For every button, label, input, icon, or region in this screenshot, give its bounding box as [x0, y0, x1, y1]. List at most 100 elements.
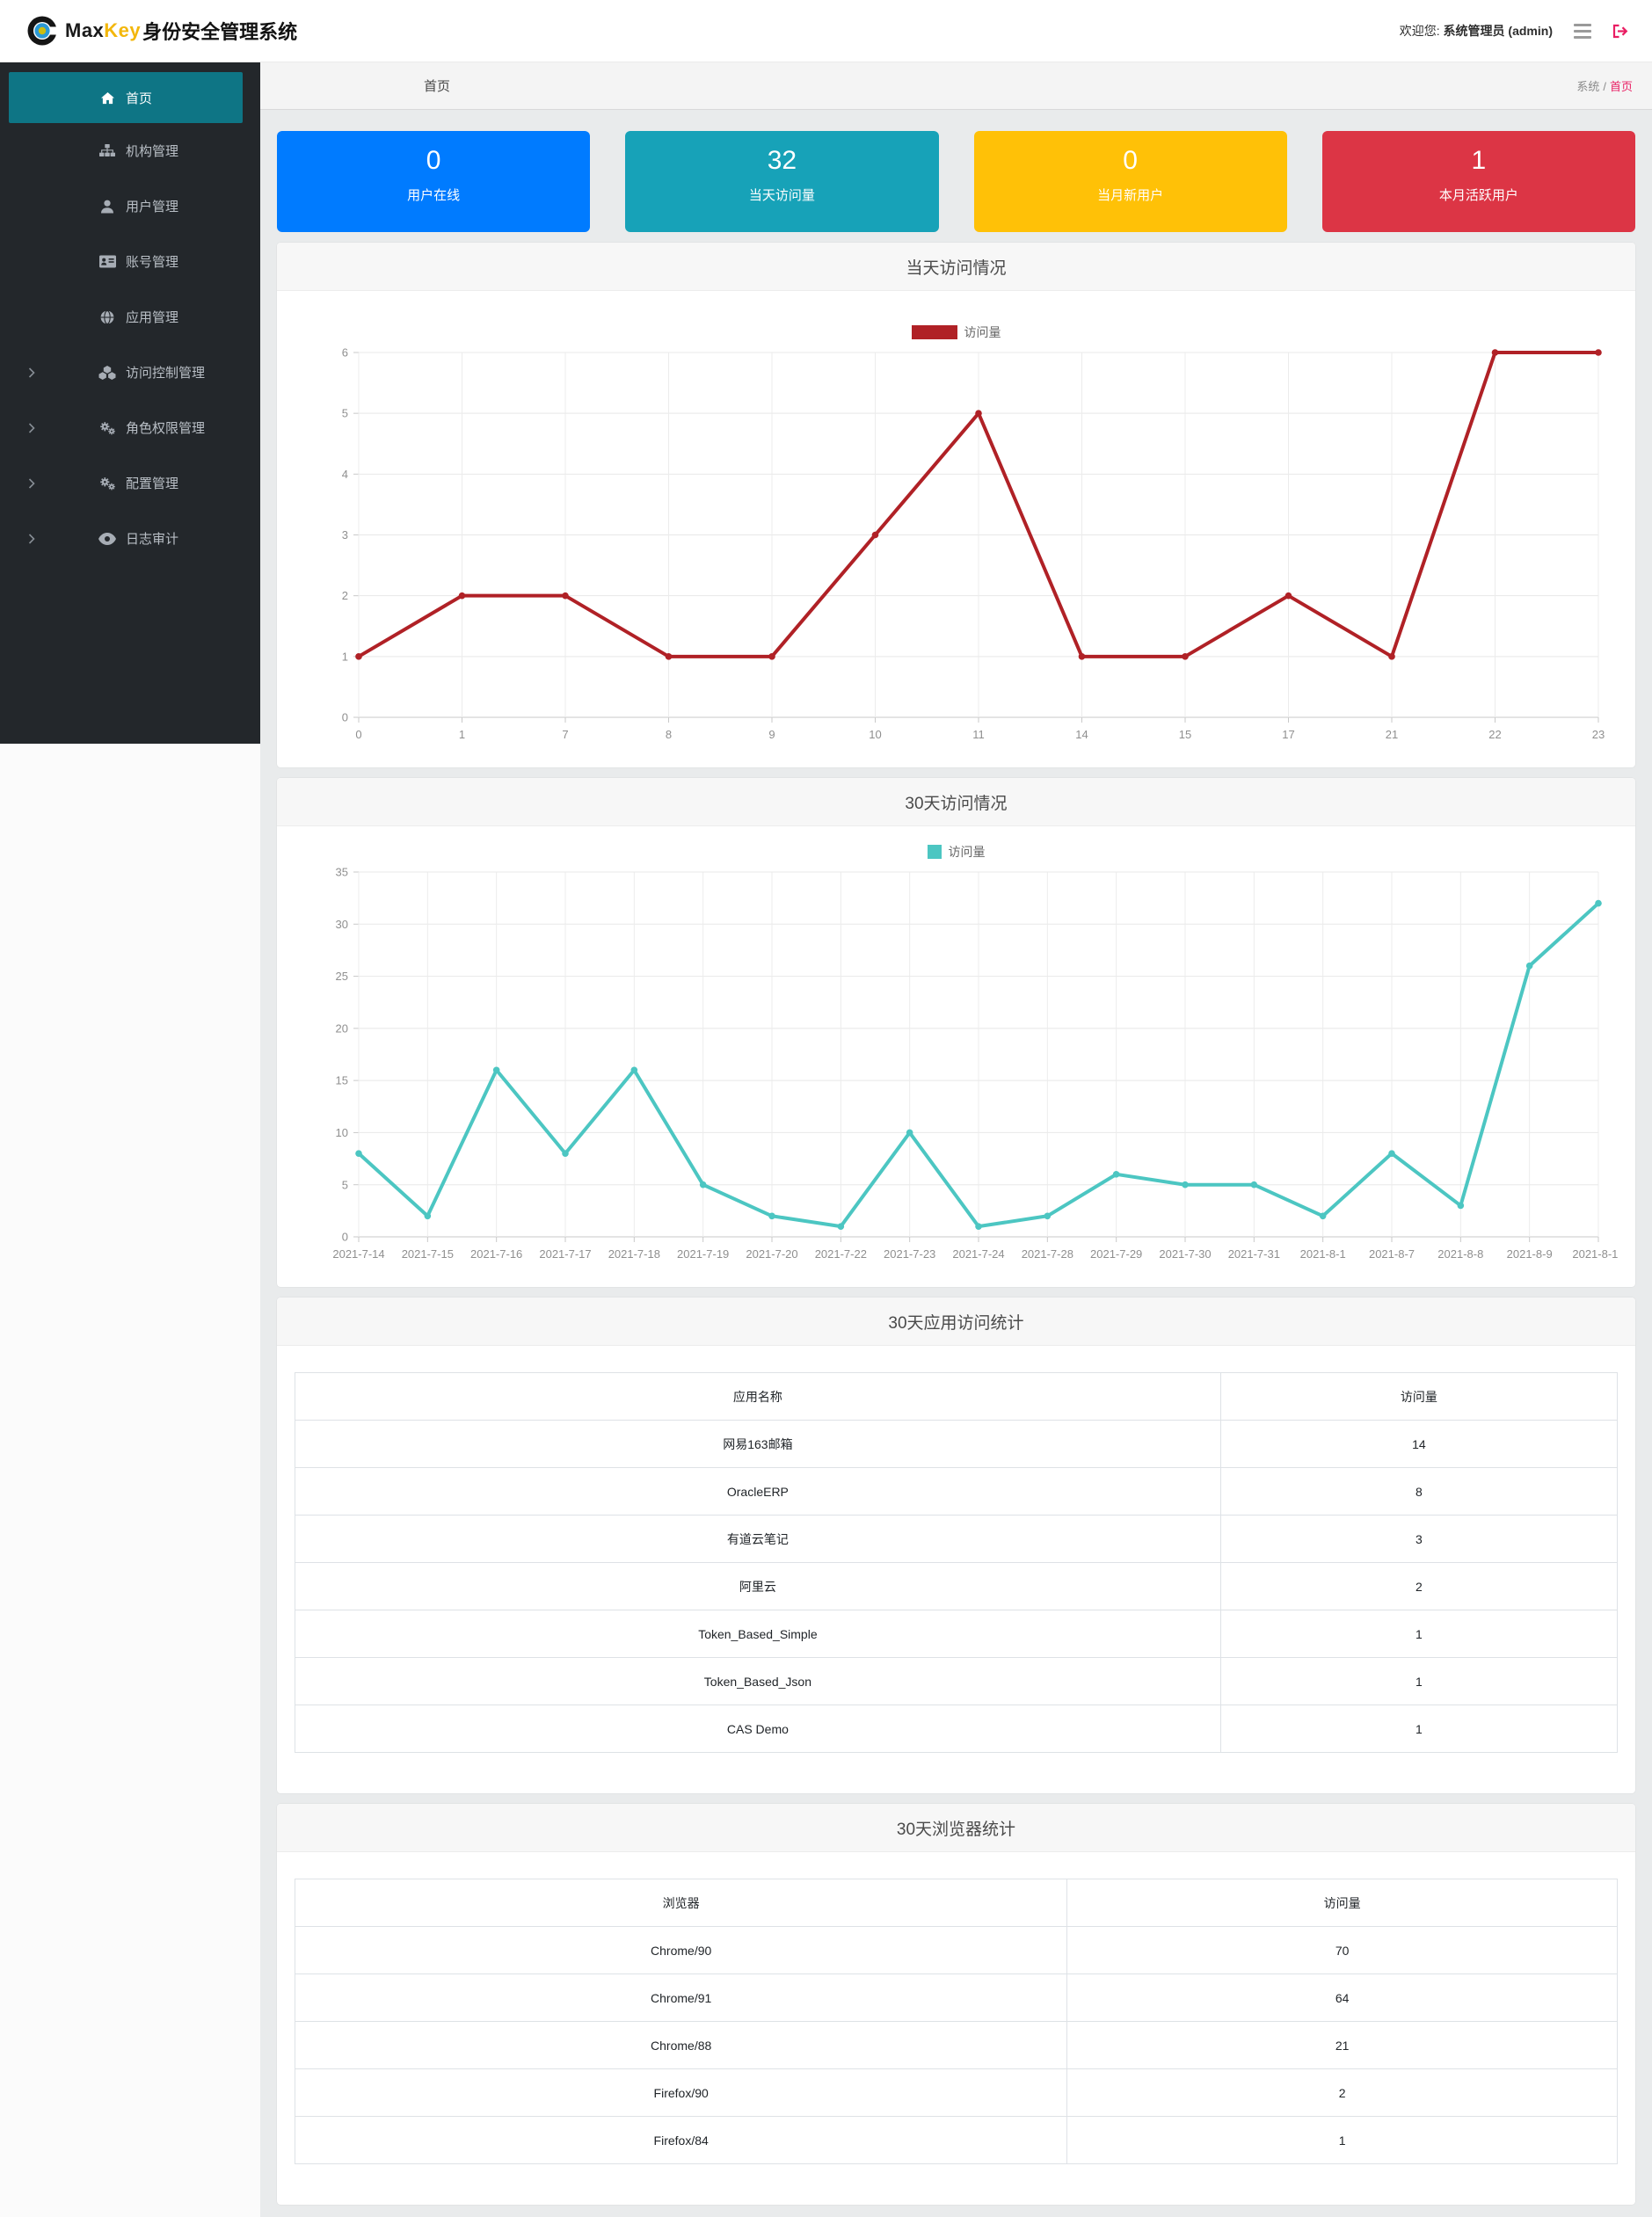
svg-text:25: 25 — [336, 970, 348, 983]
svg-text:5: 5 — [342, 407, 348, 420]
svg-text:35: 35 — [336, 866, 348, 879]
panel-30day-visits: 30天访问情况 访问量 0 5 10 15 20 25 30 35 2021-7-14 2021-… — [277, 778, 1635, 1287]
svg-text:22: 22 — [1488, 728, 1501, 741]
table-cell: 阿里云 — [295, 1562, 1221, 1610]
sign-out-icon — [1612, 24, 1628, 38]
table-row: 网易163邮箱 14 — [295, 1420, 1619, 1468]
panel-30day-browser-stats: 30天浏览器统计 浏览器 访问量 Chrome/90 70 Chrome/91 64 Chr… — [277, 1804, 1635, 2205]
table-row: OracleERP 8 — [295, 1467, 1619, 1516]
svg-text:2021-7-24: 2021-7-24 — [952, 1247, 1004, 1261]
column-header: 访问量 — [1066, 1879, 1618, 1927]
table-cell: Chrome/88 — [294, 2021, 1068, 2069]
table-cell: 有道云笔记 — [295, 1515, 1221, 1563]
svg-text:2021-8-10: 2021-8-10 — [1572, 1247, 1618, 1261]
table-cell: Chrome/90 — [294, 1926, 1068, 1974]
table-cell: 1 — [1066, 2116, 1618, 2164]
table-row: Firefox/84 1 — [294, 2116, 1618, 2164]
brand-suffix: 身份安全管理系统 — [142, 21, 298, 43]
stat-card-month-active-users: 1 本月活跃用户 — [1321, 131, 1635, 232]
svg-text:2021-7-30: 2021-7-30 — [1159, 1247, 1211, 1261]
panel-body: 浏览器 访问量 Chrome/90 70 Chrome/91 64 Chrome/88 21 F… — [277, 1852, 1635, 2205]
table-cell: 3 — [1219, 1515, 1619, 1563]
svg-text:2021-7-28: 2021-7-28 — [1022, 1247, 1073, 1261]
sidebar-item-label: 配置管理 — [126, 476, 179, 491]
sidebar-item-label: 角色权限管理 — [126, 421, 206, 436]
today-visits-chart: 01234560 1 7 8 9 10 11 14 15 17 21 22 23 — [342, 346, 1605, 741]
sidebar-item-role-permission-management[interactable]: 角色权限管理 — [0, 400, 260, 455]
breadcrumb-current[interactable]: 首页 — [1610, 80, 1633, 93]
svg-text:2021-7-19: 2021-7-19 — [677, 1247, 729, 1261]
svg-text:1: 1 — [342, 650, 348, 663]
chart-legend[interactable]: 访问量 — [295, 844, 1618, 860]
panel-header: 30天浏览器统计 — [277, 1804, 1635, 1852]
welcome-text: 欢迎您: 系统管理员 (admin) — [1400, 22, 1553, 40]
svg-text:30: 30 — [336, 918, 348, 931]
column-header: 浏览器 — [294, 1879, 1068, 1927]
sidebar-item-label: 机构管理 — [126, 144, 179, 159]
svg-text:0: 0 — [342, 711, 348, 724]
dashboard-content: 0 用户在线 32 当天访问量 0 当月新用户 1 本月活跃用户 当天访问情况 访问量 012… — [260, 131, 1652, 2217]
breadcrumb-separator: / — [1603, 80, 1606, 93]
panel-30day-app-stats: 30天应用访问统计 应用名称 访问量 网易163邮箱 14 OracleERP 8 有道云笔… — [277, 1297, 1635, 1793]
chevron-right-icon — [28, 367, 35, 378]
sidebar-item-home[interactable]: 首页 — [9, 72, 243, 123]
sidebar-item-config-management[interactable]: 配置管理 — [0, 455, 260, 511]
sidebar-item-label: 用户管理 — [126, 200, 179, 214]
svg-text:15: 15 — [1179, 728, 1191, 741]
stat-value: 1 — [1471, 146, 1487, 175]
svg-text:1: 1 — [459, 728, 465, 741]
svg-text:4: 4 — [342, 468, 348, 481]
panel-today-visits: 当天访问情况 访问量 0 1 2 3 4 5 6 0 1 7 8 9 10 11 14 15 17 21 22 23 — [277, 243, 1635, 767]
svg-text:11: 11 — [972, 728, 985, 741]
globe-icon — [97, 309, 118, 324]
stat-label: 用户在线 — [407, 188, 461, 203]
table-cell: 64 — [1066, 1973, 1618, 2022]
maxkey-logo-icon — [27, 16, 58, 46]
content-tab-home[interactable]: 首页 — [424, 76, 450, 95]
sidebar-item-app-management[interactable]: 应用管理 — [0, 289, 260, 345]
svg-text:14: 14 — [1075, 728, 1088, 741]
home-icon — [97, 91, 118, 105]
table-cell: 1 — [1219, 1657, 1619, 1705]
sidebar-item-account-management[interactable]: 账号管理 — [0, 234, 260, 289]
svg-text:2021-7-18: 2021-7-18 — [608, 1247, 660, 1261]
svg-text:17: 17 — [1282, 728, 1294, 741]
svg-text:2021-8-1: 2021-8-1 — [1300, 1247, 1346, 1261]
current-user: 系统管理员 (admin) — [1443, 24, 1553, 38]
svg-text:3: 3 — [342, 528, 348, 542]
sidebar-item-access-control-management[interactable]: 访问控制管理 — [0, 345, 260, 400]
svg-text:2021-7-31: 2021-7-31 — [1228, 1247, 1280, 1261]
chevron-right-icon — [28, 422, 35, 433]
main-content: 首页 系统 / 首页 0 用户在线 32 当天访问量 0 当月新用户 1 本月活跃用户 当天访问情… — [260, 62, 1652, 2217]
table-cell: 70 — [1066, 1926, 1618, 1974]
svg-text:6: 6 — [342, 346, 348, 360]
stat-label: 当天访问量 — [748, 188, 815, 203]
column-header: 访问量 — [1219, 1372, 1619, 1421]
table-row: Chrome/88 21 — [294, 2021, 1618, 2069]
table-cell: Firefox/90 — [294, 2068, 1068, 2117]
svg-text:2021-8-8: 2021-8-8 — [1437, 1247, 1483, 1261]
hamburger-menu-button[interactable] — [1570, 20, 1595, 42]
legend-swatch — [927, 845, 942, 859]
panel-title: 30天应用访问统计 — [888, 1313, 1024, 1333]
svg-text:2021-7-15: 2021-7-15 — [402, 1247, 454, 1261]
breadcrumb-bar: 首页 系统 / 首页 — [260, 62, 1652, 110]
sidebar-item-label: 应用管理 — [126, 310, 179, 325]
panel-title: 30天访问情况 — [905, 794, 1008, 813]
chart-legend[interactable]: 访问量 — [295, 324, 1618, 340]
thirty-day-visits-chart: 0 5 10 15 20 25 30 35 2021-7-14 2021-7-15 2021-7-1… — [332, 866, 1618, 1261]
sidebar-item-org-management[interactable]: 机构管理 — [0, 123, 260, 178]
panel-header: 当天访问情况 — [277, 243, 1635, 291]
svg-text:2021-7-16: 2021-7-16 — [470, 1247, 522, 1261]
sidebar-item-user-management[interactable]: 用户管理 — [0, 178, 260, 234]
gears-icon — [97, 476, 118, 491]
sidebar-item-log-audit[interactable]: 日志审计 — [0, 511, 260, 566]
table-cell: 2 — [1219, 1562, 1619, 1610]
svg-text:10: 10 — [869, 728, 881, 741]
sidebar: 首页机构管理用户管理账号管理应用管理访问控制管理角色权限管理 配置管理日志审计 — [0, 62, 260, 2217]
stat-card-online-users: 0 用户在线 — [277, 131, 591, 232]
table-row: Chrome/91 64 — [294, 1973, 1618, 2022]
panel-title: 30天浏览器统计 — [896, 1820, 1016, 1839]
logout-button[interactable] — [1612, 24, 1629, 39]
svg-text:2: 2 — [342, 589, 348, 602]
